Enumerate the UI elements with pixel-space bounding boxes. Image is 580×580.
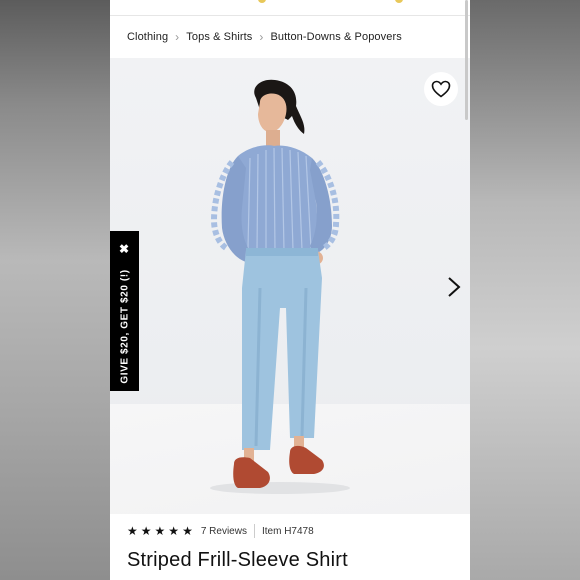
star-icon: ★ — [154, 524, 166, 538]
background-right — [470, 0, 580, 580]
product-meta: ★ ★ ★ ★ ★ 7 Reviews Item H7478 — [127, 524, 314, 538]
star-icon: ★ — [182, 524, 193, 538]
reviews-link[interactable]: 7 Reviews — [201, 526, 247, 537]
chevron-right-icon: › — [259, 30, 264, 44]
breadcrumb-clothing[interactable]: Clothing — [127, 31, 168, 43]
item-number: Item H7478 — [261, 525, 314, 537]
header-accent-dot — [395, 0, 403, 3]
header-bar — [110, 0, 470, 16]
model-photo — [210, 79, 350, 494]
product-image[interactable] — [110, 58, 470, 514]
chevron-right-icon: › — [175, 30, 180, 44]
scrollbar[interactable] — [465, 0, 468, 120]
chevron-right-icon[interactable] — [444, 275, 464, 299]
star-icon: ★ — [127, 524, 138, 538]
close-icon[interactable]: ✖ — [119, 243, 129, 255]
wishlist-button[interactable] — [424, 72, 458, 106]
product-page: Clothing › Tops & Shirts › Button-Downs … — [110, 0, 470, 580]
divider — [253, 524, 255, 538]
rating-stars[interactable]: ★ ★ ★ ★ ★ — [127, 525, 193, 537]
star-icon: ★ — [168, 524, 180, 538]
breadcrumb-button-downs[interactable]: Button-Downs & Popovers — [271, 31, 402, 43]
breadcrumb: Clothing › Tops & Shirts › Button-Downs … — [127, 30, 402, 44]
promo-label: GIVE $20, GET $20 (!) — [119, 269, 131, 384]
referral-promo-tab[interactable]: ✖ GIVE $20, GET $20 (!) — [110, 231, 139, 391]
header-accent-dot — [258, 0, 266, 3]
breadcrumb-tops-shirts[interactable]: Tops & Shirts — [186, 31, 252, 43]
heart-icon — [431, 80, 451, 98]
star-icon: ★ — [140, 524, 152, 538]
product-title: Striped Frill-Sleeve Shirt — [127, 549, 348, 571]
background-left — [0, 0, 110, 580]
